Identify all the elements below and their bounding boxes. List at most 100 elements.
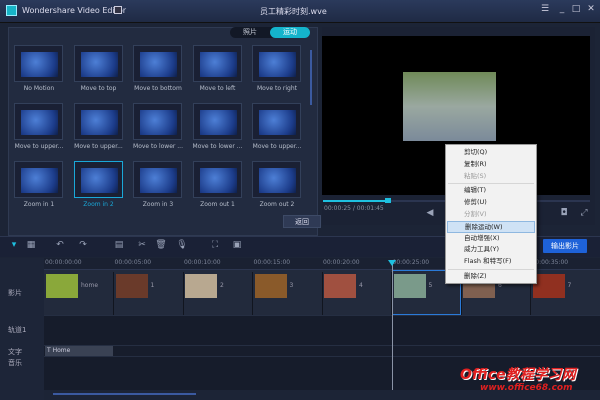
clip-thumbnail xyxy=(532,274,565,298)
effect-label: Move to upper... xyxy=(74,143,123,150)
effect-item[interactable]: Move to top xyxy=(73,45,136,103)
save-icon[interactable] xyxy=(114,6,122,14)
track-label-text: 文字 xyxy=(8,348,22,356)
menu-item[interactable]: 粘贴(S) xyxy=(447,171,535,183)
video-clip[interactable]: home xyxy=(45,272,114,315)
video-clip[interactable]: 7 xyxy=(532,272,600,315)
crop-icon[interactable]: ⛶ xyxy=(209,240,221,252)
effect-item[interactable]: Move to upper... xyxy=(14,103,76,161)
menu-item[interactable]: 复制(R) xyxy=(447,159,535,171)
clip-thumbnail xyxy=(46,274,78,298)
effect-thumbnail xyxy=(73,103,123,140)
track-labels: 影片 轨道1 文字 音乐 xyxy=(0,258,44,400)
power-tool-icon[interactable]: ▣ xyxy=(231,240,243,252)
ruler-label: 00:00:20:00 xyxy=(323,259,360,266)
clip-thumbnail xyxy=(115,274,148,298)
redo-icon[interactable]: ↷ xyxy=(77,240,89,252)
timeline-scrollbar[interactable] xyxy=(53,393,196,395)
progress-fill xyxy=(323,200,388,202)
panel-tabs: 照片 运动 xyxy=(230,27,310,38)
timeline-view-icon[interactable]: ▾ xyxy=(8,240,20,252)
ruler-label: 00:00:10:00 xyxy=(184,259,221,266)
effect-item[interactable]: Move to right xyxy=(252,45,314,103)
minimize-icon[interactable]: _ xyxy=(556,4,568,16)
ruler-label: 00:00:00:00 xyxy=(45,259,82,266)
effect-item[interactable]: Zoom in 1 xyxy=(14,161,76,219)
menu-separator xyxy=(448,183,534,185)
time-display: 00:00:25 / 00:01:45 xyxy=(324,205,384,212)
effect-label: Zoom in 2 xyxy=(83,201,114,208)
back-button[interactable]: 返回 xyxy=(283,215,321,228)
tab-photo[interactable]: 照片 xyxy=(230,27,270,38)
effect-thumbnail xyxy=(252,103,301,140)
track-label-track1: 轨道1 xyxy=(8,326,27,334)
effect-label: No Motion xyxy=(23,85,55,92)
app-logo-icon xyxy=(6,5,17,16)
effect-label: Zoom in 3 xyxy=(142,201,174,208)
effect-item[interactable]: Move to left xyxy=(192,45,255,103)
undo-icon[interactable]: ↶ xyxy=(54,240,66,252)
menu-item[interactable]: 剪切(Q) xyxy=(447,147,535,159)
ruler-label: 00:00:15:00 xyxy=(253,259,291,266)
menu-item[interactable]: 编辑(T) xyxy=(447,185,535,197)
progress-handle[interactable] xyxy=(385,198,391,203)
edit-icon[interactable]: ▤ xyxy=(113,240,125,252)
effect-item[interactable]: Zoom in 3 xyxy=(133,161,195,219)
menu-item[interactable]: 删除(Z) xyxy=(447,271,535,283)
menu-separator xyxy=(448,268,534,270)
export-button[interactable]: 输出影片 xyxy=(543,239,587,253)
preview-image xyxy=(403,72,496,141)
effect-item[interactable]: Move to bottom xyxy=(133,45,195,103)
maximize-icon[interactable]: □ xyxy=(570,4,582,16)
close-icon[interactable]: ✕ xyxy=(585,4,597,16)
clip-label: 2 xyxy=(220,282,224,289)
effect-thumbnail xyxy=(14,161,63,198)
effect-label: Move to top xyxy=(80,85,117,92)
effect-item[interactable]: No Motion xyxy=(14,45,76,103)
menu-item[interactable]: 修剪(U) xyxy=(447,197,535,209)
menu-item[interactable]: 删除运动(W) xyxy=(447,220,535,233)
panel-scrollbar[interactable] xyxy=(310,50,312,105)
storyboard-view-icon[interactable]: ▦ xyxy=(25,240,37,252)
fullscreen-icon[interactable]: ⤢ xyxy=(578,208,590,220)
effect-item[interactable]: Zoom out 2 xyxy=(252,161,314,219)
video-clip[interactable]: 3 xyxy=(254,272,323,315)
video-clip[interactable]: 4 xyxy=(323,272,392,315)
video-clip[interactable]: 1 xyxy=(115,272,184,315)
cut-icon[interactable]: ✂ xyxy=(136,240,148,252)
effect-item[interactable]: Zoom in 2 xyxy=(73,161,136,219)
effect-label: Zoom out 1 xyxy=(200,201,235,208)
effect-item[interactable]: Move to upper... xyxy=(252,103,314,161)
menu-item[interactable]: 威力工具(Y) xyxy=(447,244,535,256)
menu-item[interactable]: 自动增强(X) xyxy=(447,233,535,245)
effect-item[interactable]: Move to lower ... xyxy=(192,103,255,161)
effect-item[interactable]: Move to upper... xyxy=(73,103,136,161)
effect-label: Move to lower ... xyxy=(192,143,243,150)
clip-label: home xyxy=(81,282,99,289)
effect-label: Move to left xyxy=(199,85,236,92)
playhead-handle[interactable] xyxy=(388,260,396,266)
ruler-label: 00:00:05:00 xyxy=(114,259,152,266)
effect-label: Move to lower ... xyxy=(133,143,183,150)
snapshot-icon[interactable]: ◘ xyxy=(558,208,570,220)
playhead[interactable] xyxy=(392,262,393,390)
file-title: 员工精彩时刻.wve xyxy=(260,7,327,16)
clip-label: 4 xyxy=(359,282,363,289)
effect-thumbnail xyxy=(73,161,123,198)
menu-icon[interactable]: ☰ xyxy=(539,4,551,16)
delete-icon[interactable]: 🗑 xyxy=(155,240,167,252)
track-label-video: 影片 xyxy=(8,289,22,297)
effect-thumbnail xyxy=(252,161,301,198)
menu-item[interactable]: Flash 和特写(F) xyxy=(447,256,535,268)
tab-motion[interactable]: 运动 xyxy=(270,27,310,38)
effect-thumbnail xyxy=(133,45,182,82)
effect-item[interactable]: Move to lower ... xyxy=(133,103,195,161)
effect-thumbnail xyxy=(192,103,242,140)
effect-label: Zoom out 2 xyxy=(259,201,295,208)
prev-frame-icon[interactable]: ◀ xyxy=(424,208,436,220)
text-clip[interactable]: T Home xyxy=(45,346,113,356)
menu-item[interactable]: 分割(V) xyxy=(447,209,535,221)
effect-item[interactable]: Zoom out 1 xyxy=(192,161,255,219)
microphone-icon[interactable]: 🎙 xyxy=(176,240,188,252)
video-clip[interactable]: 2 xyxy=(184,272,253,315)
